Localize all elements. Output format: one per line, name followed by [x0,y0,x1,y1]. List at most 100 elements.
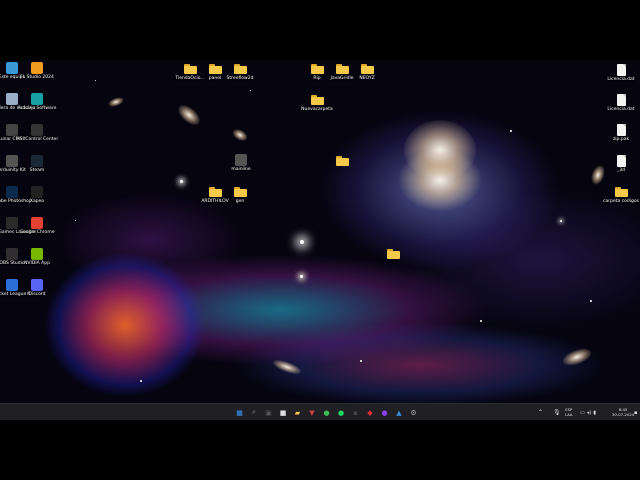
desktop-icon[interactable] [374,248,412,261]
desktop-icon-label: Xapeo [29,199,45,204]
taskbar: ⌃ 🎙 ESP LAA ▭ ◂) ▮ 8:45 30-07-2024 ▪ ▦ ⌕ ▣… [0,403,640,421]
desktop-icon[interactable]: Discord [18,279,56,297]
desktop-icon[interactable]: zip.pak [602,124,640,142]
pc-icon [5,62,19,74]
arduino-icon [30,93,44,105]
start-icon[interactable]: ▦ [234,407,245,418]
clock[interactable]: 8:45 30-07-2024 [612,404,634,421]
galaxy [230,126,250,144]
folder-icon [310,63,324,75]
galaxy [107,95,125,109]
desktop-icon[interactable]: Steam [18,155,56,173]
desktop-icon-label: Streeflow2d [226,76,254,81]
search-icon[interactable]: ⌕ [249,407,260,418]
desktop-icon-label: FL Studio 2024 [20,75,54,80]
task-view-icon[interactable]: ▣ [263,407,274,418]
discord-icon [30,279,44,291]
calendar-icon[interactable]: ■ [278,407,289,418]
star [480,320,482,322]
folder-icon [310,94,324,106]
obs-icon [5,248,19,260]
star [250,90,251,91]
desktop-icon-label: MSI Control Center [15,137,59,142]
star [360,360,362,362]
flstudio-icon [30,62,44,74]
desktop-icon[interactable]: Streeflow2d [221,63,259,81]
folder-icon [360,63,374,75]
recycle-bin-icon [5,93,19,105]
notification-center[interactable]: ▪ [634,404,637,421]
app4-icon[interactable]: ● [379,407,390,418]
desktop-icon[interactable]: Licencia.dat [602,64,640,82]
galaxy [560,345,594,369]
volume-icon: ◂) [586,409,592,416]
folder-icon [386,248,400,260]
desktop-icon[interactable]: Xapeo [18,186,56,204]
star [95,80,96,81]
spotify-icon[interactable]: ● [336,407,347,418]
star [560,220,562,222]
file-icon [614,155,628,167]
desktop-icon-label: Discord [28,292,46,297]
desktop-icon[interactable]: Google Chrome [18,217,56,235]
folder-icon [183,63,197,75]
settings-icon[interactable]: ⚙ [408,407,419,418]
letterbox-bottom [0,420,640,480]
desktop-icon-label: _3d [617,168,625,173]
desktop-icon[interactable]: NEOYZ [348,63,386,81]
language-indicator[interactable]: ESP LAA [565,404,573,421]
app5-icon[interactable]: ▲ [394,407,405,418]
desktop-icon-label: carpeta codigos [603,199,639,204]
desktop-icon-label: Steam [29,168,45,173]
desktop-icon[interactable]: NVIDIA App [18,248,56,266]
desktop-icon-label: panel [208,76,222,81]
desktop-icon-label: mainline [231,167,251,172]
chevron-up-icon[interactable]: ⌃ [538,409,543,416]
chrome-icon[interactable]: ● [321,407,332,418]
galaxy [271,357,303,377]
msi-icon [30,124,44,136]
tray-icons: 🎙 [553,404,564,421]
desktop-icon[interactable]: MSI Control Center [15,124,59,142]
desktop-icon[interactable]: gen [221,186,259,204]
galaxy [404,120,476,180]
desktop-icon[interactable]: FL Studio 2024 [18,62,56,80]
notification-icon: ▪ [634,409,638,416]
desktop-wallpaper[interactable]: Este equipoFL Studio 2024Papelera de rec… [0,60,640,403]
system-tray: ⌃ [538,404,547,421]
generic-app-icon [234,154,248,166]
desktop-icon[interactable]: mainline [222,154,260,172]
file-explorer-icon[interactable]: ▰ [292,407,303,418]
folder-icon [335,155,349,167]
nvidia-icon [30,248,44,260]
desktop-icon[interactable] [323,155,361,168]
desktop-icon[interactable]: Nuevacarpeta [298,94,336,112]
desktop-icon[interactable]: _3d [602,155,640,173]
file-icon [614,64,628,76]
star [140,380,142,382]
folder-icon [614,186,628,198]
folder-icon [335,63,349,75]
star [300,240,304,244]
desktop-icon-label: Arduino Software [17,106,57,111]
clock-date: 30-07-2024 [612,411,635,417]
network-volume[interactable]: ▭ ◂) ▮ [580,404,596,421]
star [180,180,183,183]
language-bottom: LAA [565,411,573,417]
desktop-icon[interactable]: carpeta codigos [602,186,640,204]
desktop-icon[interactable]: Licencia.dat [602,94,640,112]
microphone-icon[interactable]: 🎙 [553,409,561,416]
battery-icon: ▮ [593,409,596,416]
star [75,220,76,221]
display-icon: ▭ [580,409,585,416]
desktop-icon[interactable]: Arduino Software [18,93,56,111]
arduinity-icon [5,155,19,167]
app-icon[interactable]: ▼ [307,407,318,418]
star [300,275,303,278]
desktop-icon-label: Rip [313,76,321,81]
app2-icon[interactable]: ▪ [350,407,361,418]
star [510,130,512,132]
desktop-icon-label: gen [235,199,245,204]
app3-icon[interactable]: ◆ [365,407,376,418]
file-icon [614,94,628,106]
